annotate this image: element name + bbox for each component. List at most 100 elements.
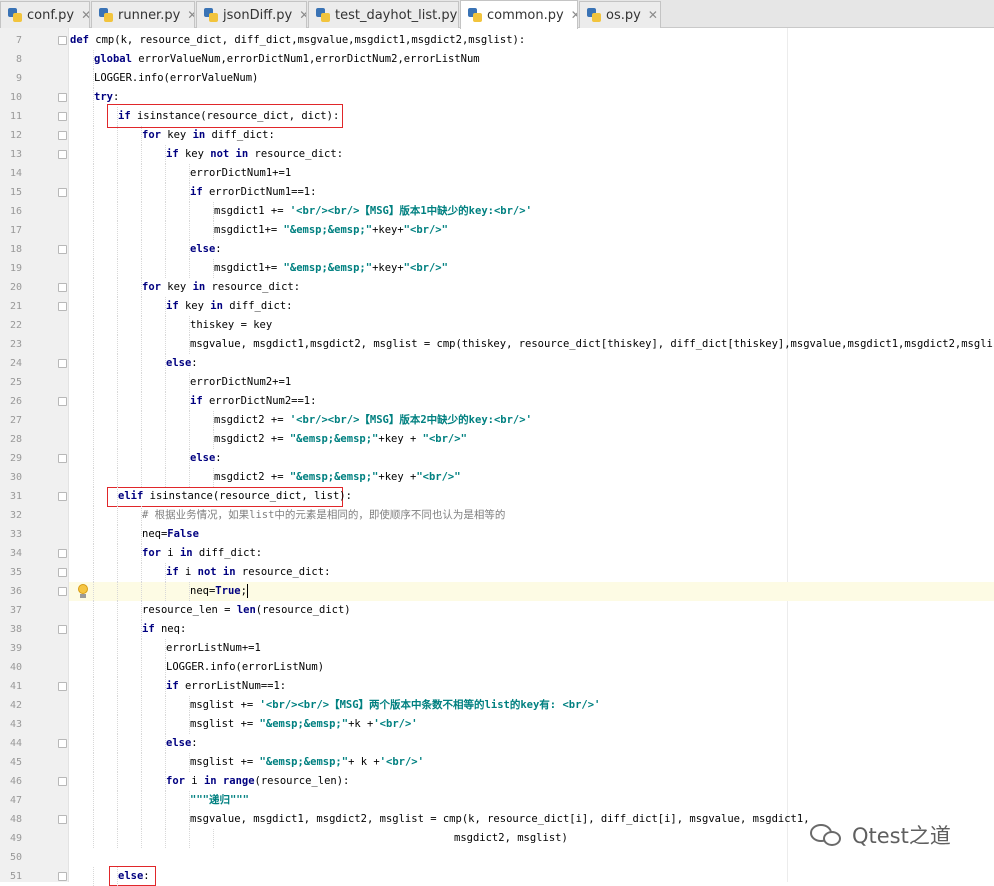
code-line[interactable]: else: (190, 240, 222, 259)
code-line[interactable]: for key in resource_dict: (142, 278, 300, 297)
close-icon[interactable]: ✕ (187, 8, 194, 22)
tab-os-py[interactable]: os.py ✕ (579, 1, 661, 28)
code-line[interactable]: for key in diff_dict: (142, 126, 275, 145)
close-icon[interactable]: ✕ (571, 8, 577, 22)
indent-guide (141, 677, 142, 696)
watermark-text: Qtest之道 (852, 824, 951, 848)
code-line[interactable]: msgdict1+= "&emsp;&emsp;"+key+"<br/>" (214, 259, 448, 278)
code-line[interactable]: def cmp(k, resource_dict, diff_dict,msgv… (70, 31, 525, 50)
indent-guide (93, 677, 94, 696)
fold-marker-icon[interactable] (58, 36, 67, 45)
code-line[interactable]: else: (118, 867, 150, 886)
close-icon[interactable]: ✕ (299, 8, 306, 22)
code-line[interactable]: errorDictNum2+=1 (190, 373, 291, 392)
indent-guide (189, 259, 190, 278)
code-line[interactable]: thiskey = key (190, 316, 272, 335)
code-line[interactable]: neq=True; (190, 582, 248, 601)
tab-conf-py[interactable]: conf.py ✕ (0, 1, 90, 28)
fold-marker-icon[interactable] (58, 587, 67, 596)
line-number: 13 (9, 149, 22, 160)
watermark: Qtest之道 (810, 820, 951, 850)
fold-marker-icon[interactable] (58, 245, 67, 254)
code-line[interactable]: msgdict2 += "&emsp;&emsp;"+key +"<br/>" (214, 468, 461, 487)
fold-marker-icon[interactable] (58, 93, 67, 102)
code-token: errorListNum==1: (178, 680, 287, 692)
code-line[interactable]: if isinstance(resource_dict, dict): (118, 107, 339, 126)
code-line[interactable]: if key in diff_dict: (166, 297, 292, 316)
code-line[interactable]: msgdict1 += '<br/><br/>【MSG】版本1中缺少的key:<… (214, 202, 532, 221)
code-line[interactable]: msglist += "&emsp;&emsp;"+ k +'<br/>' (190, 753, 424, 772)
tab-jsondiff-py[interactable]: jsonDiff.py ✕ (196, 1, 307, 28)
code-line[interactable]: try: (94, 88, 119, 107)
keyword-token: else (166, 357, 192, 369)
code-line[interactable]: # 根据业务情况，如果list中的元素是相同的，即使顺序不同也认为是相等的 (142, 506, 505, 525)
code-line[interactable]: else: (166, 734, 198, 753)
code-line[interactable]: errorListNum+=1 (166, 639, 261, 658)
fold-marker-icon[interactable] (58, 188, 67, 197)
fold-marker-icon[interactable] (58, 283, 67, 292)
code-line[interactable]: if errorDictNum1==1: (190, 183, 316, 202)
fold-marker-icon[interactable] (58, 815, 67, 824)
code-line[interactable]: errorDictNum1+=1 (190, 164, 291, 183)
code-line[interactable]: for i in range(resource_len): (166, 772, 349, 791)
code-line[interactable]: else: (166, 354, 198, 373)
tab-test-dayhot-list-py[interactable]: test_dayhot_list.py ✕ (308, 1, 459, 28)
fold-marker-icon[interactable] (58, 549, 67, 558)
code-line[interactable]: msglist += '<br/><br/>【MSG】两个版本中条数不相等的li… (190, 696, 600, 715)
indent-guide (93, 449, 94, 468)
code-line[interactable]: if neq: (142, 620, 186, 639)
fold-marker-icon[interactable] (58, 112, 67, 121)
keyword-token: not in (210, 148, 249, 160)
code-line[interactable]: if i not in resource_dict: (166, 563, 330, 582)
fold-marker-icon[interactable] (58, 777, 67, 786)
fold-marker-icon[interactable] (58, 454, 67, 463)
code-line[interactable]: msglist += "&emsp;&emsp;"+k +'<br/>' (190, 715, 418, 734)
fold-marker-icon[interactable] (58, 568, 67, 577)
fold-marker-icon[interactable] (58, 625, 67, 634)
fold-marker-icon[interactable] (58, 302, 67, 311)
code-line[interactable]: if errorDictNum2==1: (190, 392, 316, 411)
indent-guide (141, 715, 142, 734)
code-line[interactable]: msgdict1+= "&emsp;&emsp;"+key+"<br/>" (214, 221, 448, 240)
code-line[interactable]: if errorListNum==1: (166, 677, 286, 696)
code-line[interactable]: resource_len = len(resource_dict) (142, 601, 351, 620)
indent-guide (165, 468, 166, 487)
text-caret (246, 584, 248, 598)
indent-guide (117, 392, 118, 411)
indent-guide (189, 430, 190, 449)
code-line[interactable]: msgvalue, msgdict1, msgdict2, msglist = … (190, 810, 810, 829)
code-token: msgvalue, msgdict1,msgdict2, msglist = c… (190, 338, 994, 350)
lightbulb-icon[interactable] (77, 584, 88, 598)
fold-marker-icon[interactable] (58, 150, 67, 159)
fold-marker-icon[interactable] (58, 397, 67, 406)
code-line[interactable]: global errorValueNum,errorDictNum1,error… (94, 50, 480, 69)
fold-marker-icon[interactable] (58, 359, 67, 368)
gutter-separator (68, 28, 69, 882)
code-line[interactable]: for i in diff_dict: (142, 544, 262, 563)
code-line[interactable]: msgvalue, msgdict1,msgdict2, msglist = c… (190, 335, 994, 354)
close-icon[interactable]: ✕ (81, 8, 89, 22)
code-line[interactable]: msgdict2 += '<br/><br/>【MSG】版本2中缺少的key:<… (214, 411, 532, 430)
code-line[interactable]: if key not in resource_dict: (166, 145, 343, 164)
tab-label: runner.py (118, 7, 181, 23)
code-line[interactable]: """递归""" (190, 791, 249, 810)
code-line[interactable]: neq=False (142, 525, 199, 544)
code-line[interactable]: else: (190, 449, 222, 468)
tab-common-py[interactable]: common.py ✕ (460, 0, 578, 29)
fold-marker-icon[interactable] (58, 492, 67, 501)
code-line[interactable]: LOGGER.info(errorListNum) (166, 658, 324, 677)
tab-runner-py[interactable]: runner.py ✕ (91, 1, 195, 28)
indent-guide (93, 259, 94, 278)
indent-guide (141, 202, 142, 221)
code-line[interactable]: elif isinstance(resource_dict, list): (118, 487, 352, 506)
code-line[interactable]: LOGGER.info(errorValueNum) (94, 69, 258, 88)
fold-marker-icon[interactable] (58, 739, 67, 748)
code-token: resource_dict: (235, 566, 331, 578)
fold-marker-icon[interactable] (58, 682, 67, 691)
code-line[interactable]: msgdict2, msglist) (454, 829, 568, 848)
close-icon[interactable]: ✕ (648, 8, 658, 22)
fold-marker-icon[interactable] (58, 131, 67, 140)
fold-marker-icon[interactable] (58, 872, 67, 881)
indent-guide (93, 430, 94, 449)
code-line[interactable]: msgdict2 += "&emsp;&emsp;"+key + "<br/>" (214, 430, 467, 449)
